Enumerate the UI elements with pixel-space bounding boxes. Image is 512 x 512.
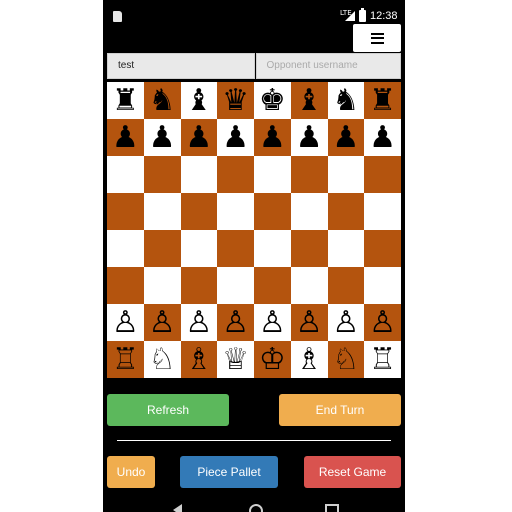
board-square[interactable]: ♙ <box>143 304 181 341</box>
hamburger-menu-icon <box>370 32 384 44</box>
board-square[interactable] <box>107 193 144 230</box>
board-square[interactable] <box>364 193 401 230</box>
board-square[interactable]: ♙ <box>107 304 144 341</box>
board-square[interactable] <box>364 156 401 193</box>
board-square[interactable] <box>107 267 144 304</box>
board-square[interactable]: ♖ <box>364 341 401 378</box>
board-square[interactable]: ♟ <box>327 119 365 156</box>
board-square[interactable] <box>217 267 254 304</box>
divider <box>117 440 391 441</box>
board-square[interactable]: ♖ <box>107 341 144 378</box>
board-square[interactable]: ♚ <box>254 82 291 119</box>
board-square[interactable] <box>290 267 328 304</box>
board-square[interactable]: ♝ <box>290 82 328 119</box>
undo-button[interactable]: Undo <box>107 456 155 488</box>
signal-icon <box>345 11 355 21</box>
reset-game-button[interactable]: Reset Game <box>304 456 401 488</box>
player-username-field[interactable]: test <box>107 53 255 79</box>
board-square[interactable] <box>143 193 181 230</box>
board-square[interactable] <box>327 156 365 193</box>
board-square[interactable]: ♔ <box>254 341 291 378</box>
chess-board[interactable]: ♜ ♞ ♝ ♛ ♚ ♝ ♞ ♜ ♟ ♟ ♟ ♟ ♟ ♟ ♟ ♟ ♙ ♙ ♙ ♙ ♙ ♙ ♙ ♙ ♖ ♘ ♗ ♕ ♔ ♗ ♘ ♖ <box>107 82 401 378</box>
board-square[interactable]: ♜ <box>107 82 144 119</box>
board-square[interactable]: ♟ <box>364 119 401 156</box>
board-square[interactable] <box>107 230 144 267</box>
board-square[interactable] <box>254 230 291 267</box>
battery-icon <box>359 8 366 22</box>
board-square[interactable] <box>327 193 365 230</box>
board-square[interactable] <box>217 230 254 267</box>
phone-screen: LTE 12:38 test Opponent username ♜ ♞ ♝ ♛ ♚ ♝ ♞… <box>103 0 405 512</box>
board-square[interactable] <box>327 230 365 267</box>
board-square[interactable]: ♟ <box>290 119 328 156</box>
board-square[interactable] <box>143 230 181 267</box>
board-square[interactable]: ♕ <box>217 341 254 378</box>
board-square[interactable]: ♛ <box>217 82 254 119</box>
board-square[interactable] <box>364 267 401 304</box>
refresh-button[interactable]: Refresh <box>107 394 229 426</box>
board-square[interactable]: ♘ <box>143 341 181 378</box>
board-square[interactable] <box>107 156 144 193</box>
board-square[interactable] <box>290 156 328 193</box>
board-square[interactable] <box>180 230 218 267</box>
menu-button[interactable] <box>353 24 401 52</box>
board-square[interactable] <box>290 230 328 267</box>
board-square[interactable]: ♟ <box>180 119 218 156</box>
board-square[interactable] <box>143 156 181 193</box>
board-square[interactable] <box>254 267 291 304</box>
board-square[interactable] <box>217 156 254 193</box>
board-square[interactable]: ♙ <box>180 304 218 341</box>
board-square[interactable] <box>254 156 291 193</box>
board-square[interactable]: ♜ <box>364 82 401 119</box>
board-square[interactable]: ♙ <box>254 304 291 341</box>
opponent-username-field[interactable]: Opponent username <box>255 53 401 79</box>
board-square[interactable] <box>217 193 254 230</box>
board-square[interactable] <box>290 193 328 230</box>
board-square[interactable]: ♘ <box>327 341 365 378</box>
home-icon[interactable] <box>249 504 263 512</box>
end-turn-button[interactable]: End Turn <box>279 394 401 426</box>
board-square[interactable]: ♙ <box>327 304 365 341</box>
board-square[interactable] <box>180 156 218 193</box>
board-square[interactable] <box>143 267 181 304</box>
recent-apps-icon[interactable] <box>325 504 339 512</box>
board-square[interactable]: ♗ <box>290 341 328 378</box>
board-square[interactable]: ♙ <box>290 304 328 341</box>
board-square[interactable]: ♞ <box>143 82 181 119</box>
board-square[interactable]: ♗ <box>180 341 218 378</box>
navigation-bar <box>103 496 405 512</box>
back-icon[interactable] <box>173 504 182 512</box>
board-square[interactable]: ♟ <box>143 119 181 156</box>
board-square[interactable] <box>254 193 291 230</box>
board-square[interactable]: ♟ <box>107 119 144 156</box>
player-fields: test Opponent username <box>107 53 401 79</box>
board-square[interactable]: ♙ <box>364 304 401 341</box>
board-square[interactable]: ♙ <box>217 304 254 341</box>
board-square[interactable] <box>180 267 218 304</box>
board-square[interactable]: ♞ <box>327 82 365 119</box>
board-square[interactable]: ♝ <box>180 82 218 119</box>
board-square[interactable] <box>364 230 401 267</box>
piece-pallet-button[interactable]: Piece Pallet <box>180 456 278 488</box>
board-square[interactable]: ♟ <box>217 119 254 156</box>
board-square[interactable] <box>327 267 365 304</box>
status-time: 12:38 <box>370 10 398 22</box>
sd-card-icon <box>113 11 122 22</box>
board-square[interactable] <box>180 193 218 230</box>
board-square[interactable]: ♟ <box>254 119 291 156</box>
